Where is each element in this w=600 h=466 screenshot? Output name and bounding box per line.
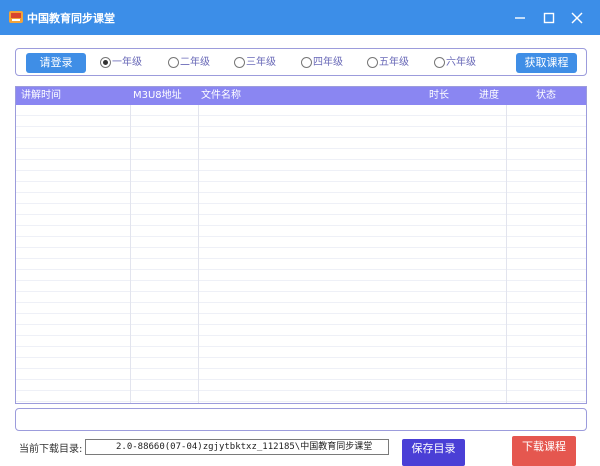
grade-toolbar: 请登录 一年级 二年级 三年级 四年级 五年级 六年级 获取课程: [15, 48, 587, 76]
get-courses-button[interactable]: 获取课程: [516, 53, 577, 73]
maximize-icon: [543, 12, 555, 24]
table-header: 讲解时间 M3U8地址 文件名称 时长 进度 状态: [16, 87, 586, 105]
close-button[interactable]: [567, 8, 587, 28]
column-header-filename[interactable]: 文件名称: [201, 87, 241, 105]
grade-radio-label: 三年级: [246, 57, 276, 68]
course-table[interactable]: 讲解时间 M3U8地址 文件名称 时长 进度 状态: [15, 86, 587, 404]
grade-radio-label: 六年级: [446, 57, 476, 68]
grade-radio-label: 五年级: [379, 57, 409, 68]
maximize-button[interactable]: [539, 8, 559, 28]
grade-radio-label: 四年级: [313, 57, 343, 68]
column-header-status[interactable]: 状态: [536, 87, 556, 105]
column-header-duration[interactable]: 时长: [429, 87, 449, 105]
column-divider: [130, 105, 131, 403]
table-body[interactable]: [16, 105, 586, 403]
column-divider: [198, 105, 199, 403]
grade-radio-label: 一年级: [112, 57, 142, 68]
window-title: 中国教育同步课堂: [27, 12, 115, 25]
app-logo-icon: [9, 11, 23, 23]
login-button[interactable]: 请登录: [26, 53, 86, 73]
column-header-m3u8[interactable]: M3U8地址: [133, 87, 182, 105]
minimize-button[interactable]: [510, 8, 530, 28]
radio-unchecked-icon[interactable]: [301, 57, 312, 68]
minimize-icon: [515, 17, 525, 19]
download-courses-button[interactable]: 下载课程: [512, 436, 576, 466]
column-header-time[interactable]: 讲解时间: [21, 87, 61, 105]
radio-unchecked-icon[interactable]: [434, 57, 445, 68]
column-divider: [506, 105, 507, 403]
close-icon: [571, 12, 583, 24]
download-dir-field[interactable]: 2.0-88660(07-04)zgjytbktxz_112185\中国教育同步…: [85, 439, 389, 455]
column-header-progress[interactable]: 进度: [479, 87, 499, 105]
radio-unchecked-icon[interactable]: [367, 57, 378, 68]
title-bar[interactable]: 中国教育同步课堂: [0, 0, 600, 35]
save-dir-button[interactable]: 保存目录: [402, 439, 465, 466]
radio-unchecked-icon[interactable]: [168, 57, 179, 68]
status-panel: [15, 408, 587, 431]
grade-radio-label: 二年级: [180, 57, 210, 68]
radio-checked-icon[interactable]: [100, 57, 111, 68]
radio-unchecked-icon[interactable]: [234, 57, 245, 68]
download-dir-label: 当前下载目录:: [19, 444, 83, 455]
